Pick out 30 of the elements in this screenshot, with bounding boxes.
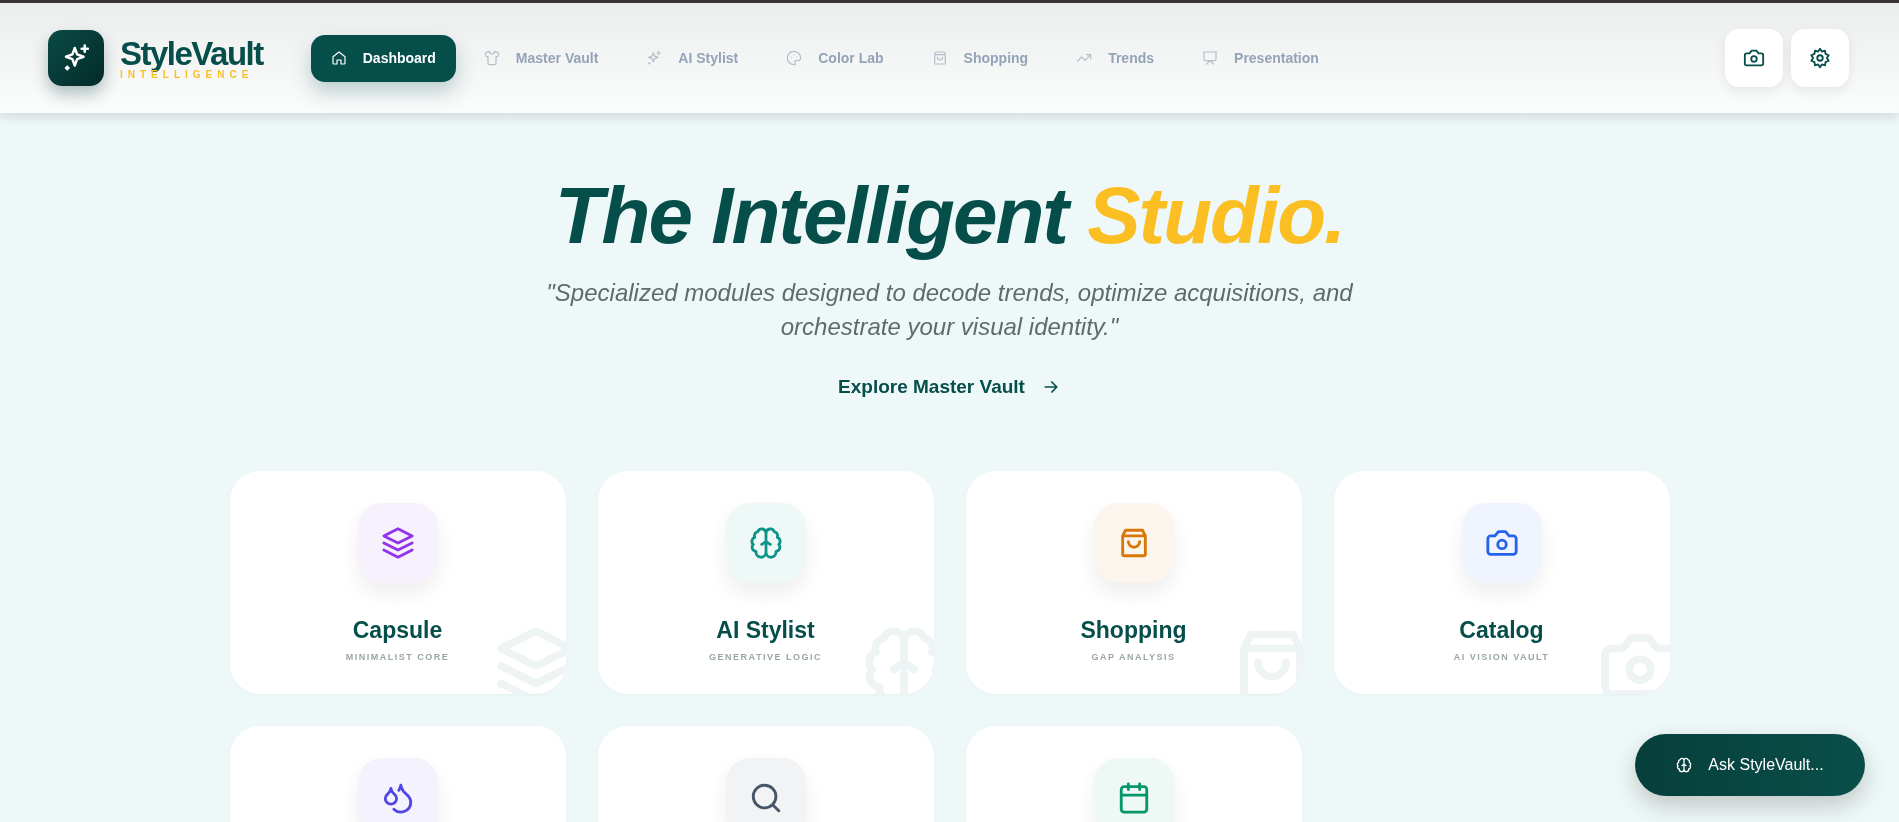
module-card[interactable]: Shopping GAP ANALYSIS — [965, 470, 1302, 694]
module-card[interactable]: AI Stylist GENERATIVE LOGIC — [597, 470, 934, 694]
home-icon — [330, 50, 347, 66]
sparkle-icon — [646, 50, 663, 66]
easel-icon — [1202, 50, 1219, 66]
explore-link[interactable]: Explore Master Vault — [838, 373, 1061, 402]
module-title: Shopping — [1080, 618, 1187, 642]
bag-icon — [931, 50, 948, 66]
settings-button[interactable] — [1791, 29, 1849, 87]
brain-icon — [1676, 757, 1693, 773]
brand-tagline: INTELLIGENCE — [120, 69, 254, 80]
module-title: Capsule — [352, 618, 443, 642]
module-title: Catalog — [1459, 618, 1544, 642]
module-card[interactable]: Catalog AI VISION VAULT — [1333, 470, 1670, 694]
brand-name: StyleVault — [120, 36, 263, 70]
palette-icon — [786, 50, 803, 66]
settings-icon — [1809, 47, 1831, 69]
hero-subtitle: "Specialized modules designed to decode trends, optimize acquisitions, and orchestrate your visual identity." — [545, 278, 1354, 342]
module-title: AI Stylist — [716, 618, 815, 642]
module-subtitle: AI VISION VAULT — [1453, 650, 1550, 664]
module-subtitle: GENERATIVE LOGIC — [709, 650, 822, 664]
logo-icon — [48, 30, 104, 86]
module-card[interactable]: Capsule MINIMALIST CORE — [229, 470, 566, 694]
ask-assistant-button[interactable]: Ask StyleVault... — [1635, 734, 1865, 796]
nav-tab[interactable]: Dashboard — [310, 34, 456, 82]
module-subtitle: GAP ANALYSIS — [1091, 650, 1176, 664]
camera-icon — [1743, 47, 1765, 69]
shirt-icon — [483, 50, 500, 66]
module-subtitle: MINIMALIST CORE — [345, 650, 450, 664]
camera-button[interactable] — [1725, 29, 1783, 87]
